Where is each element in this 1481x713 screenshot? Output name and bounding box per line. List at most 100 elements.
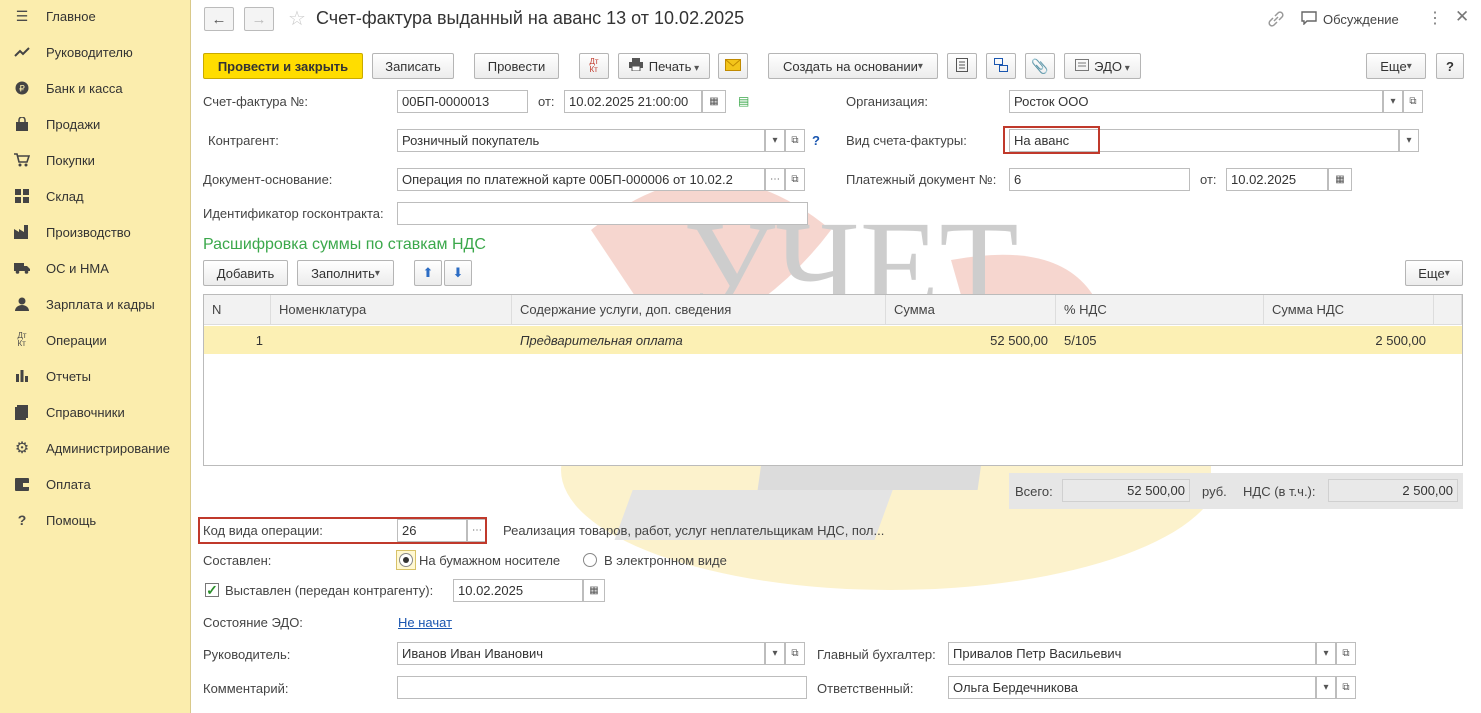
gov-contract-field[interactable] (397, 202, 808, 225)
open-icon[interactable]: ⧉ (1336, 642, 1356, 665)
link-icon[interactable] (1267, 10, 1285, 32)
payment-date-field[interactable]: 10.02.2025 (1226, 168, 1328, 191)
more-menu-icon[interactable]: ⋮ (1427, 8, 1443, 28)
chevron-down-icon[interactable]: ▾ (1316, 642, 1336, 665)
electronic-radio[interactable] (583, 553, 597, 567)
open-icon[interactable]: ⧉ (785, 129, 805, 152)
column-header-vat-sum[interactable]: Сумма НДС (1264, 295, 1434, 325)
invoice-type-label: Вид счета-фактуры: (846, 133, 967, 148)
sidebar-item-label: Продажи (46, 116, 101, 132)
save-button[interactable]: Записать (372, 53, 454, 79)
comment-field[interactable] (397, 676, 807, 699)
sidebar-item-operations[interactable]: Дт Кт Операции (0, 322, 190, 358)
more-button[interactable]: Еще (1366, 53, 1426, 79)
paper-radio-label[interactable]: На бумажном носителе (419, 553, 560, 568)
totals-panel: Всего: 52 500,00 руб. НДС (в т.ч.): 2 50… (1009, 473, 1463, 509)
move-up-button[interactable]: ⬆ (414, 260, 442, 286)
comment-label: Комментарий: (203, 681, 289, 696)
add-button[interactable]: Добавить (203, 260, 288, 286)
sidebar-item-label: Справочники (46, 404, 125, 420)
calendar-icon[interactable]: ▦ (583, 579, 605, 602)
select-icon[interactable]: ⋯ (765, 168, 785, 191)
payment-date-label: от: (1200, 172, 1217, 187)
section-title: Расшифровка суммы по ставкам НДС (203, 236, 486, 253)
question-icon: ? (17, 512, 27, 528)
paperclip-icon: 📎 (1031, 57, 1049, 74)
sidebar-item-main[interactable]: ☰ Главное (0, 0, 190, 34)
op-code-description: Реализация товаров, работ, услуг неплате… (503, 523, 885, 538)
column-header-vat-rate[interactable]: % НДС (1056, 295, 1264, 325)
back-button[interactable]: ← (204, 7, 234, 31)
calendar-icon[interactable]: ▦ (702, 90, 726, 113)
attach-button[interactable]: 📎 (1025, 53, 1055, 79)
sidebar-item-payment[interactable]: Оплата (0, 466, 190, 502)
column-header-content[interactable]: Содержание услуги, доп. сведения (512, 295, 886, 325)
chevron-down-icon[interactable]: ▾ (765, 129, 785, 152)
chevron-down-icon[interactable]: ▾ (1399, 129, 1419, 152)
open-icon[interactable]: ⧉ (1403, 90, 1423, 113)
issued-date-field[interactable]: 10.02.2025 (453, 579, 583, 602)
chevron-down-icon[interactable]: ▾ (1383, 90, 1403, 113)
forward-button[interactable]: → (244, 7, 274, 31)
chevron-down-icon[interactable]: ▾ (1316, 676, 1336, 699)
sidebar-item-production[interactable]: Производство (0, 214, 190, 250)
close-icon[interactable]: ✕ (1455, 7, 1469, 27)
responsible-field[interactable]: Ольга Бердечникова (948, 676, 1316, 699)
paper-radio[interactable] (399, 553, 413, 567)
date-field[interactable]: 10.02.2025 21:00:00 (564, 90, 702, 113)
favorite-star-icon[interactable]: ☆ (288, 6, 306, 31)
dt-kt-button[interactable]: Дт Кт (579, 53, 609, 79)
structure-button[interactable] (986, 53, 1016, 79)
base-document-field[interactable]: Операция по платежной карте 00БП-000006 … (397, 168, 765, 191)
sidebar-item-assets[interactable]: ОС и НМА (0, 250, 190, 286)
sidebar-item-purchases[interactable]: Покупки (0, 142, 190, 178)
edo-button[interactable]: ЭДО (1064, 53, 1141, 79)
table-more-button[interactable]: Еще (1405, 260, 1463, 286)
print-button[interactable]: Печать (618, 53, 710, 79)
edo-state-link[interactable]: Не начат (398, 615, 452, 630)
electronic-radio-label[interactable]: В электронном виде (604, 553, 727, 568)
sidebar-item-warehouse[interactable]: Склад (0, 178, 190, 214)
print-label: Печать (649, 59, 699, 74)
post-button[interactable]: Провести (474, 53, 559, 79)
issued-checkbox[interactable]: ✓ (205, 583, 219, 597)
list-button[interactable] (947, 53, 977, 79)
invoice-number-field[interactable]: 00БП-0000013 (397, 90, 528, 113)
column-header-n[interactable]: N (204, 295, 271, 325)
help-button[interactable]: ? (1436, 53, 1464, 79)
discussion-button[interactable]: Обсуждение (1301, 11, 1399, 28)
chief-accountant-field[interactable]: Привалов Петр Васильевич (948, 642, 1316, 665)
sidebar-item-bank[interactable]: ₽ Банк и касса (0, 70, 190, 106)
sidebar-item-label: Отчеты (46, 368, 91, 384)
sidebar-item-manager[interactable]: Руководителю (0, 34, 190, 70)
organization-field[interactable]: Росток ООО (1009, 90, 1383, 113)
sidebar-item-admin[interactable]: ⚙ Администрирование (0, 430, 190, 466)
counterparty-field[interactable]: Розничный покупатель (397, 129, 765, 152)
open-icon[interactable]: ⧉ (785, 168, 805, 191)
sidebar-item-sales[interactable]: Продажи (0, 106, 190, 142)
sidebar-item-references[interactable]: Справочники (0, 394, 190, 430)
sidebar-item-help[interactable]: ? Помощь (0, 502, 190, 538)
head-field[interactable]: Иванов Иван Иванович (397, 642, 765, 665)
head-label: Руководитель: (203, 647, 291, 662)
fill-button[interactable]: Заполнить (297, 260, 394, 286)
sidebar-item-label: Администрирование (46, 440, 170, 456)
column-header-sum[interactable]: Сумма (886, 295, 1056, 325)
payment-doc-field[interactable]: 6 (1009, 168, 1190, 191)
move-down-button[interactable]: ⬇ (444, 260, 472, 286)
issued-label[interactable]: Выставлен (передан контрагенту): (225, 583, 433, 598)
open-icon[interactable]: ⧉ (785, 642, 805, 665)
column-header-item[interactable]: Номенклатура (271, 295, 512, 325)
post-and-close-button[interactable]: Провести и закрыть (203, 53, 363, 79)
sidebar-item-salary[interactable]: Зарплата и кадры (0, 286, 190, 322)
open-icon[interactable]: ⧉ (1336, 676, 1356, 699)
structure-icon (994, 57, 1008, 75)
edo-label: ЭДО (1094, 59, 1130, 74)
table-row[interactable]: 1 Предварительная оплата 52 500,00 5/105… (204, 326, 1462, 354)
help-question-icon[interactable]: ? (812, 133, 820, 148)
sidebar-item-reports[interactable]: Отчеты (0, 358, 190, 394)
chevron-down-icon[interactable]: ▾ (765, 642, 785, 665)
create-based-on-button[interactable]: Создать на основании (768, 53, 938, 79)
email-button[interactable] (718, 53, 748, 79)
calendar-icon[interactable]: ▦ (1328, 168, 1352, 191)
